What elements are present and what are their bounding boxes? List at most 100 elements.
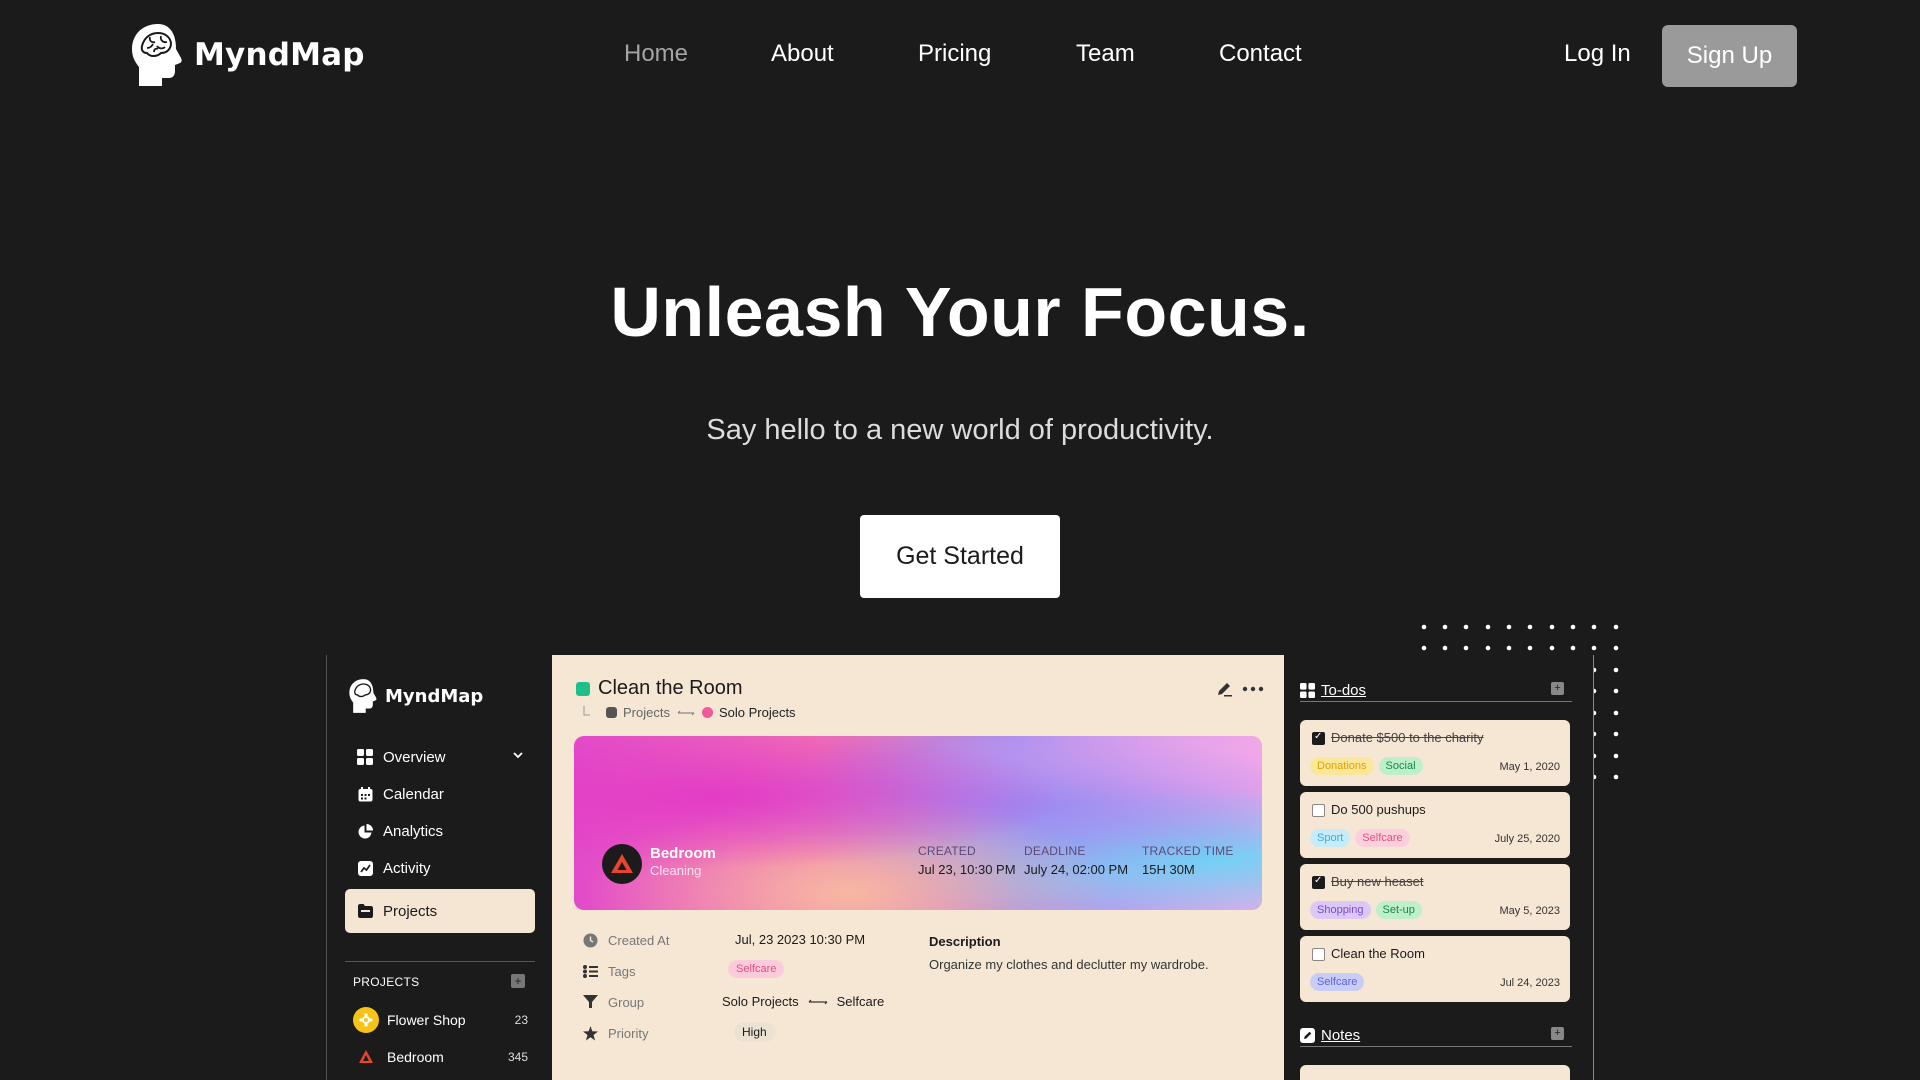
task-detail-panel: Clean the Room Projects Solo Projects Be… bbox=[552, 655, 1284, 1080]
grid-icon bbox=[357, 749, 373, 765]
todo-date: May 1, 2020 bbox=[1499, 761, 1560, 773]
todo-checkbox[interactable] bbox=[1312, 948, 1325, 961]
link-arrow-icon bbox=[677, 710, 695, 715]
todo-tags: Selfcare bbox=[1310, 973, 1365, 991]
notes-heading[interactable]: Notes bbox=[1321, 1027, 1360, 1044]
sidebar-divider bbox=[345, 961, 535, 962]
nav-home-link[interactable]: Home bbox=[624, 40, 688, 68]
more-options-icon[interactable] bbox=[1242, 681, 1264, 697]
note-pencil-icon bbox=[1300, 1027, 1315, 1043]
task-banner: Bedroom Cleaning CREATED Jul 23, 10:30 P… bbox=[574, 736, 1262, 910]
group-row: Group bbox=[582, 991, 644, 1013]
todos-panel: To-dos + Donate $500 to the charity Dona… bbox=[1284, 655, 1594, 1080]
group-value: Solo Projects Selfcare bbox=[722, 994, 884, 1009]
todo-card[interactable]: Clean the Room Selfcare Jul 24, 2023 bbox=[1300, 936, 1570, 1002]
star-icon bbox=[582, 1025, 598, 1041]
task-title: Clean the Room bbox=[576, 677, 743, 700]
add-todo-button[interactable]: + bbox=[1551, 682, 1564, 695]
priority-label: Priority bbox=[608, 1025, 649, 1041]
folder-icon bbox=[357, 903, 373, 919]
chevron-down-icon[interactable] bbox=[511, 748, 525, 766]
funnel-icon bbox=[582, 995, 598, 1009]
breadcrumb-projects[interactable]: Projects bbox=[623, 705, 670, 720]
tracked-time-value: 15H 30M bbox=[1142, 862, 1195, 877]
add-project-button[interactable]: + bbox=[511, 974, 525, 988]
todo-card[interactable]: Donate $500 to the charity Donations Soc… bbox=[1300, 720, 1570, 786]
edit-pencil-icon[interactable] bbox=[1216, 681, 1232, 697]
todo-tags: Donations Social bbox=[1310, 757, 1423, 775]
group-label: Group bbox=[608, 994, 645, 1010]
group-to: Selfcare bbox=[836, 994, 885, 1009]
login-link[interactable]: Log In bbox=[1564, 40, 1631, 68]
todo-card[interactable]: Do 500 pushups Sport Selfcare July 25, 2… bbox=[1300, 792, 1570, 858]
sidebar-item-projects[interactable]: Projects bbox=[345, 889, 535, 933]
project-count: 23 bbox=[514, 1013, 528, 1027]
todo-tag[interactable]: Sport bbox=[1310, 829, 1351, 847]
signup-button[interactable]: Sign Up bbox=[1662, 25, 1797, 87]
link-arrow-icon bbox=[808, 999, 828, 1004]
priority-pill[interactable]: High bbox=[734, 1022, 775, 1042]
nav-about-link[interactable]: About bbox=[771, 40, 834, 68]
add-note-button[interactable]: + bbox=[1551, 1027, 1564, 1040]
sidebar-item-activity[interactable]: Activity bbox=[345, 851, 535, 885]
projects-heading: PROJECTS bbox=[353, 975, 420, 989]
todo-tag[interactable]: Selfcare bbox=[1310, 973, 1365, 991]
todo-checkbox[interactable] bbox=[1312, 804, 1325, 817]
priority-value: High bbox=[734, 1022, 775, 1042]
todo-title: Do 500 pushups bbox=[1331, 802, 1426, 817]
activity-icon bbox=[357, 860, 373, 876]
note-card[interactable] bbox=[1300, 1065, 1570, 1080]
sidebar-item-analytics[interactable]: Analytics bbox=[345, 814, 535, 848]
created-value: Jul 23, 10:30 PM bbox=[918, 862, 1016, 877]
nav-contact-link[interactable]: Contact bbox=[1219, 40, 1302, 68]
flower-icon bbox=[353, 1007, 379, 1033]
get-started-button[interactable]: Get Started bbox=[860, 515, 1060, 598]
bedroom-icon bbox=[602, 844, 642, 884]
app-sidebar: MyndMap Overview Calendar Analytics Acti… bbox=[326, 655, 552, 1080]
breadcrumb: Projects Solo Projects bbox=[582, 705, 796, 720]
task-color-icon bbox=[576, 681, 590, 696]
sidebar-item-label: Overview bbox=[383, 748, 446, 766]
todo-checkbox[interactable] bbox=[1312, 875, 1325, 889]
app-brand[interactable]: MyndMap bbox=[347, 678, 483, 714]
todo-card[interactable]: Buy new heaset Shopping Set-up May 5, 20… bbox=[1300, 864, 1570, 930]
sidebar-item-label: Analytics bbox=[383, 822, 444, 840]
todos-header: To-dos + bbox=[1300, 679, 1572, 702]
app-preview: MyndMap Overview Calendar Analytics Acti… bbox=[326, 655, 1594, 1080]
project-item-flower-shop[interactable]: Flower Shop 23 bbox=[353, 1006, 528, 1034]
todo-checkbox[interactable] bbox=[1312, 731, 1325, 745]
todo-tag[interactable]: Social bbox=[1378, 757, 1423, 775]
grid-icon bbox=[1300, 682, 1315, 698]
folder-icon bbox=[606, 707, 617, 718]
project-name: Bedroom bbox=[387, 1049, 444, 1065]
task-title-text: Clean the Room bbox=[598, 677, 743, 699]
tags-label: Tags bbox=[608, 963, 636, 979]
tag-pill[interactable]: Selfcare bbox=[728, 960, 785, 978]
description-heading: Description bbox=[929, 934, 1001, 949]
todo-tag[interactable]: Selfcare bbox=[1355, 829, 1410, 847]
tags-row: Tags bbox=[582, 960, 635, 982]
nav-team-link[interactable]: Team bbox=[1076, 40, 1135, 68]
created-label: CREATED bbox=[918, 844, 976, 858]
todo-tag[interactable]: Set-up bbox=[1375, 901, 1422, 919]
sidebar-item-calendar[interactable]: Calendar bbox=[345, 777, 535, 811]
project-item-bedroom[interactable]: Bedroom 345 bbox=[353, 1043, 528, 1071]
created-at-row: Created At bbox=[582, 929, 669, 951]
todo-tag[interactable]: Shopping bbox=[1310, 901, 1371, 919]
todo-date: May 5, 2023 bbox=[1499, 905, 1560, 917]
sidebar-item-overview[interactable]: Overview bbox=[345, 740, 535, 774]
created-stat: CREATED Jul 23, 10:30 PM bbox=[918, 844, 1016, 877]
calendar-icon bbox=[357, 786, 373, 802]
project-name: Flower Shop bbox=[387, 1012, 466, 1028]
todo-title: Clean the Room bbox=[1331, 946, 1425, 961]
todo-date: Jul 24, 2023 bbox=[1500, 977, 1560, 989]
bedroom-icon bbox=[353, 1044, 379, 1070]
breadcrumb-solo-projects[interactable]: Solo Projects bbox=[719, 705, 796, 720]
todos-heading[interactable]: To-dos bbox=[1321, 682, 1366, 699]
todo-tag[interactable]: Donations bbox=[1310, 757, 1374, 775]
sidebar-item-label: Projects bbox=[383, 902, 438, 920]
tracked-time-label: TRACKED TIME bbox=[1142, 844, 1234, 858]
todo-title: Buy new heaset bbox=[1331, 874, 1424, 889]
brain-head-logo-icon bbox=[349, 679, 377, 713]
nav-pricing-link[interactable]: Pricing bbox=[918, 40, 991, 68]
